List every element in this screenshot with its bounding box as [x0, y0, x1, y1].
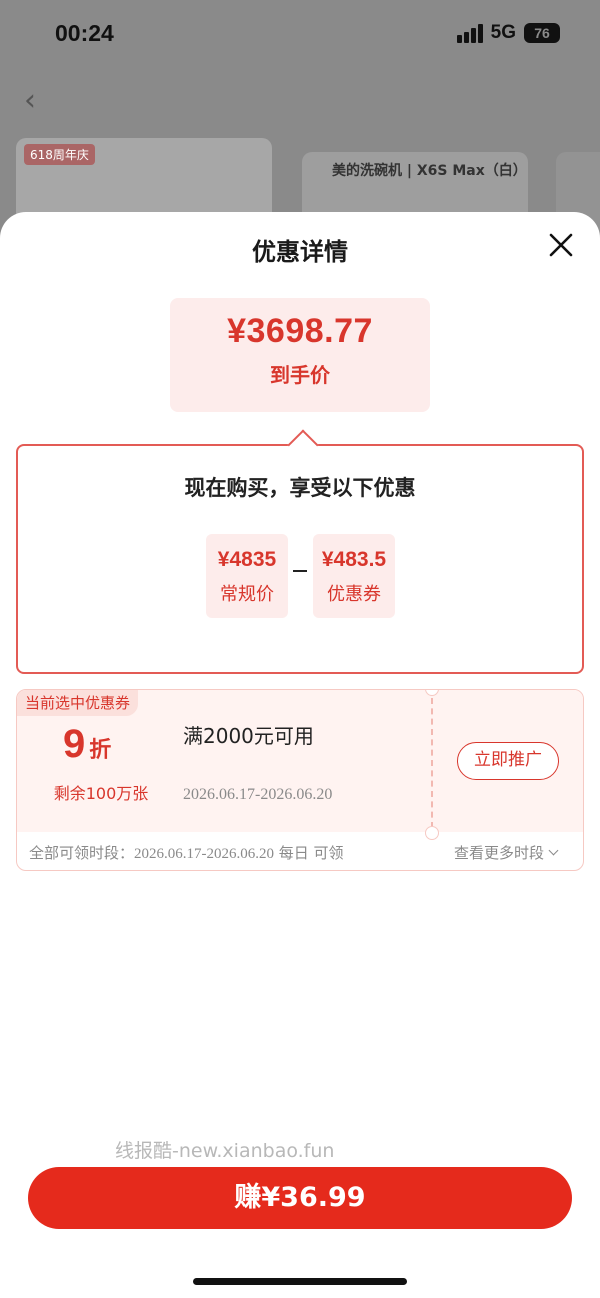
promote-button[interactable]: 立即推广 — [457, 742, 559, 780]
more-periods-link[interactable]: 查看更多时段 — [453, 842, 559, 863]
coupon-value: ¥483.5 — [321, 548, 387, 571]
discount-rate: 9折 — [63, 722, 111, 767]
minus-icon — [293, 570, 307, 572]
status-indicators: 5G 76 — [456, 22, 560, 44]
final-price: ¥3698.77 — [227, 312, 373, 350]
claim-periods-suffix: 每日 可领 — [274, 844, 344, 862]
remaining-count: 剩余100万张 — [53, 784, 149, 803]
more-periods-label: 查看更多时段 — [453, 844, 544, 862]
thumbnail-title: 美的洗碗机 | X6S Max（白） — [332, 163, 527, 179]
signal-icon — [456, 23, 483, 43]
claim-periods: 全部可领时段：2026.06.17-2026.06.20 每日 可领 — [29, 842, 344, 863]
status-bar: 00:24 5G 76 — [0, 0, 600, 68]
watermark: 线报酷-new.xianbao.fun — [115, 1140, 335, 1162]
thumbnail-tag: 618周年庆 — [24, 144, 95, 165]
claim-periods-prefix: 全部可领时段： — [29, 844, 135, 862]
discount-number: 9 — [63, 722, 86, 766]
regular-price-value: ¥4835 — [217, 548, 277, 571]
coupon-value-chip: ¥483.5 优惠券 — [313, 534, 395, 618]
pointer-caret — [287, 429, 319, 461]
coupon-notch — [425, 826, 439, 840]
coupon-divider — [431, 698, 433, 828]
home-indicator — [193, 1278, 407, 1285]
status-time: 00:24 — [55, 20, 114, 46]
selected-coupon-tag: 当前选中优惠券 — [17, 690, 139, 716]
back-icon: ‹ — [24, 83, 36, 118]
coupon-value-label: 优惠券 — [327, 584, 381, 605]
battery-icon: 76 — [524, 23, 560, 43]
final-price-label: 到手价 — [270, 363, 330, 387]
final-price-box: ¥3698.77 到手价 — [170, 298, 430, 412]
chevron-down-icon — [548, 845, 559, 856]
discount-unit: 折 — [89, 738, 112, 763]
coupon-card: 当前选中优惠券 9折 剩余100万张 满2000元可用 2026.06.17-2… — [16, 689, 584, 871]
network-label: 5G — [490, 22, 516, 43]
regular-price-label: 常规价 — [220, 584, 274, 605]
regular-price-chip: ¥4835 常规价 — [206, 534, 288, 618]
offer-breakdown: 现在购买，享受以下优惠 ¥4835 常规价 ¥483.5 优惠券 — [16, 429, 584, 674]
discount-details-sheet: 优惠详情 ¥3698.77 到手价 现在购买，享受以下优惠 ¥4835 常规价 … — [0, 212, 600, 1298]
offer-heading: 现在购买，享受以下优惠 — [184, 476, 416, 500]
sheet-title: 优惠详情 — [252, 238, 348, 266]
close-icon[interactable] — [548, 232, 574, 258]
earn-button[interactable]: 赚¥36.99 — [28, 1167, 572, 1229]
claim-periods-dates: 2026.06.17-2026.06.20 — [134, 846, 275, 862]
coupon-condition: 满2000元可用 — [183, 724, 314, 748]
coupon-valid-range: 2026.06.17-2026.06.20 — [183, 786, 333, 803]
